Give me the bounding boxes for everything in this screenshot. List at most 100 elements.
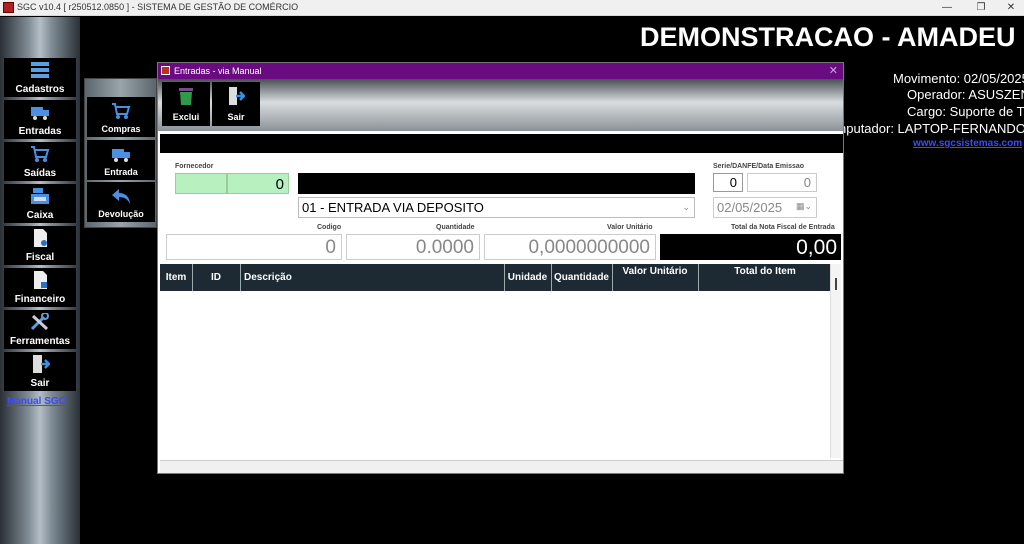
col-quantidade[interactable]: Quantidade: [551, 272, 612, 283]
company-name: DEMONSTRACAO - AMADEU: [640, 22, 1016, 52]
serie-value: 0: [729, 175, 737, 190]
dialog-icon: [161, 66, 170, 75]
grid-scrollbar[interactable]: [830, 264, 841, 458]
col-valor-unitario[interactable]: Valor Unitário: [619, 266, 691, 277]
sidebar-item-label: Sair: [30, 378, 50, 389]
dialog-titlebar: Entradas - via Manual ✕: [158, 63, 843, 79]
fornecedor-code-value: 0: [275, 176, 284, 193]
tipo-entrada-select[interactable]: 01 - ENTRADA VIA DEPOSITO ⌄: [298, 197, 695, 218]
sidebar-item-financeiro[interactable]: Financeiro: [4, 268, 76, 307]
close-button[interactable]: ✕: [996, 0, 1024, 16]
serie-input[interactable]: 0: [713, 173, 743, 192]
document-icon: [34, 229, 47, 247]
sidebar-item-label: Saídas: [23, 168, 57, 179]
operador-text: Operador: ASUSZEN: [907, 87, 1024, 102]
sidebar-item-label: Caixa: [26, 210, 54, 221]
sidebar-item-cadastros[interactable]: Cadastros: [4, 58, 76, 97]
dialog-toolbar: Exclui Sair: [158, 79, 843, 131]
website-link[interactable]: www.sgcsistemas.com: [913, 138, 1022, 149]
dialog-title: Entradas - via Manual: [174, 66, 262, 76]
message-bar: [160, 134, 843, 153]
fornecedor-code-input[interactable]: 0: [227, 173, 289, 194]
col-descricao[interactable]: Descrição: [244, 272, 304, 283]
danfe-input[interactable]: 0: [747, 173, 817, 192]
computador-text: nputador: LAPTOP-FERNANDO: [839, 121, 1024, 136]
sidebar-item-label: Fiscal: [25, 252, 55, 263]
sidebar-item-entradas[interactable]: Entradas: [4, 100, 76, 139]
danfe-value: 0: [803, 175, 811, 190]
total-nf-value: 0,00: [796, 236, 837, 259]
trash-icon: [179, 88, 193, 105]
valor-unitario-value: 0,0000000000: [528, 237, 650, 258]
scrollbar-thumb[interactable]: [835, 278, 837, 290]
fornecedor-name-field[interactable]: [298, 173, 695, 194]
data-emissao-value: 02/05/2025: [717, 200, 783, 215]
col-id[interactable]: ID: [192, 272, 240, 283]
quantidade-input[interactable]: 0.0000: [346, 234, 480, 260]
submenu-item-compras[interactable]: Compras: [87, 97, 155, 137]
dialog-close-button[interactable]: ✕: [829, 64, 838, 77]
entradas-submenu: Compras Entrada Devolução: [84, 78, 157, 228]
quantidade-label: Quantidade: [436, 224, 475, 231]
document-icon: [34, 271, 47, 289]
sidebar-item-caixa[interactable]: Caixa: [4, 184, 76, 223]
list-icon: [31, 62, 49, 78]
sidebar-item-label: Ferramentas: [9, 336, 71, 347]
sair-label: Sair: [227, 112, 245, 122]
submenu-item-devolucao[interactable]: Devolução: [87, 182, 155, 222]
dialog-statusbar: [160, 460, 843, 473]
codigo-label: Codigo: [317, 224, 342, 231]
app-title: SGC v10.4 [ r250512.0850 ] - SISTEMA DE …: [17, 2, 299, 12]
app-titlebar: SGC v10.4 [ r250512.0850 ] - SISTEMA DE …: [0, 0, 1024, 16]
calendar-icon: ▦⌄: [795, 201, 812, 211]
col-item[interactable]: Item: [160, 272, 192, 283]
codigo-value: 0: [325, 237, 336, 258]
column-separator: [240, 264, 241, 291]
movimento-text: Movimento: 02/05/2025: [893, 71, 1024, 86]
serie-danfe-label: Serie/DANFE/Data Emissao: [713, 163, 805, 170]
codigo-input[interactable]: 0: [166, 234, 342, 260]
sidebar-item-saidas[interactable]: Saídas: [4, 142, 76, 181]
cash-register-icon: [31, 188, 49, 204]
sidebar-item-ferramentas[interactable]: Ferramentas: [4, 310, 76, 349]
submenu-item-label: Compras: [101, 124, 141, 134]
col-total-item[interactable]: Total do Item: [729, 266, 801, 277]
fornecedor-label: Fornecedor: [175, 163, 214, 170]
chevron-down-icon: ⌄: [682, 202, 690, 212]
sair-button[interactable]: Sair: [212, 82, 260, 126]
return-arrow-icon: [112, 189, 130, 204]
submenu-item-label: Entrada: [104, 167, 138, 177]
exit-door-icon: [33, 355, 50, 373]
manual-sgc-link[interactable]: Manual SGC: [7, 396, 66, 407]
submenu-item-label: Devolução: [98, 209, 144, 219]
valor-unitario-input[interactable]: 0,0000000000: [484, 234, 656, 260]
col-unidade[interactable]: Unidade: [504, 272, 551, 283]
cargo-text: Cargo: Suporte de T: [907, 104, 1024, 119]
total-nf-display: 0,00: [660, 234, 841, 260]
sidebar-item-sair[interactable]: Sair: [4, 352, 76, 391]
minimize-button[interactable]: —: [932, 0, 962, 16]
sidebar-item-label: Cadastros: [15, 84, 65, 95]
cart-icon: [31, 146, 50, 162]
total-nf-label: Total da Nota Fiscal de Entrada: [731, 224, 835, 231]
sidebar-item-label: Entradas: [18, 126, 62, 137]
main-sidebar: Cadastros Entradas Saídas Caixa Fiscal F…: [0, 17, 80, 544]
column-separator: [698, 264, 699, 291]
tools-icon: [30, 313, 49, 331]
sidebar-item-label: Financeiro: [14, 294, 66, 305]
truck-icon: [31, 107, 49, 120]
data-emissao-picker[interactable]: 02/05/2025 ▦⌄: [713, 197, 817, 218]
truck-icon: [112, 149, 130, 162]
submenu-item-entrada[interactable]: Entrada: [87, 140, 155, 180]
exclui-label: Exclui: [172, 112, 200, 122]
sidebar-item-fiscal[interactable]: Fiscal: [4, 226, 76, 265]
fornecedor-search-field[interactable]: [175, 173, 227, 194]
tipo-entrada-value: 01 - ENTRADA VIA DEPOSITO: [302, 200, 484, 215]
exclui-button[interactable]: Exclui: [162, 82, 210, 126]
maximize-button[interactable]: ❐: [966, 0, 996, 16]
items-grid-header: Item ID Descrição Unidade Quantidade Val…: [160, 264, 830, 291]
exit-door-icon: [229, 87, 245, 105]
cart-icon: [112, 103, 131, 119]
column-separator: [612, 264, 613, 291]
app-icon: [3, 2, 14, 13]
